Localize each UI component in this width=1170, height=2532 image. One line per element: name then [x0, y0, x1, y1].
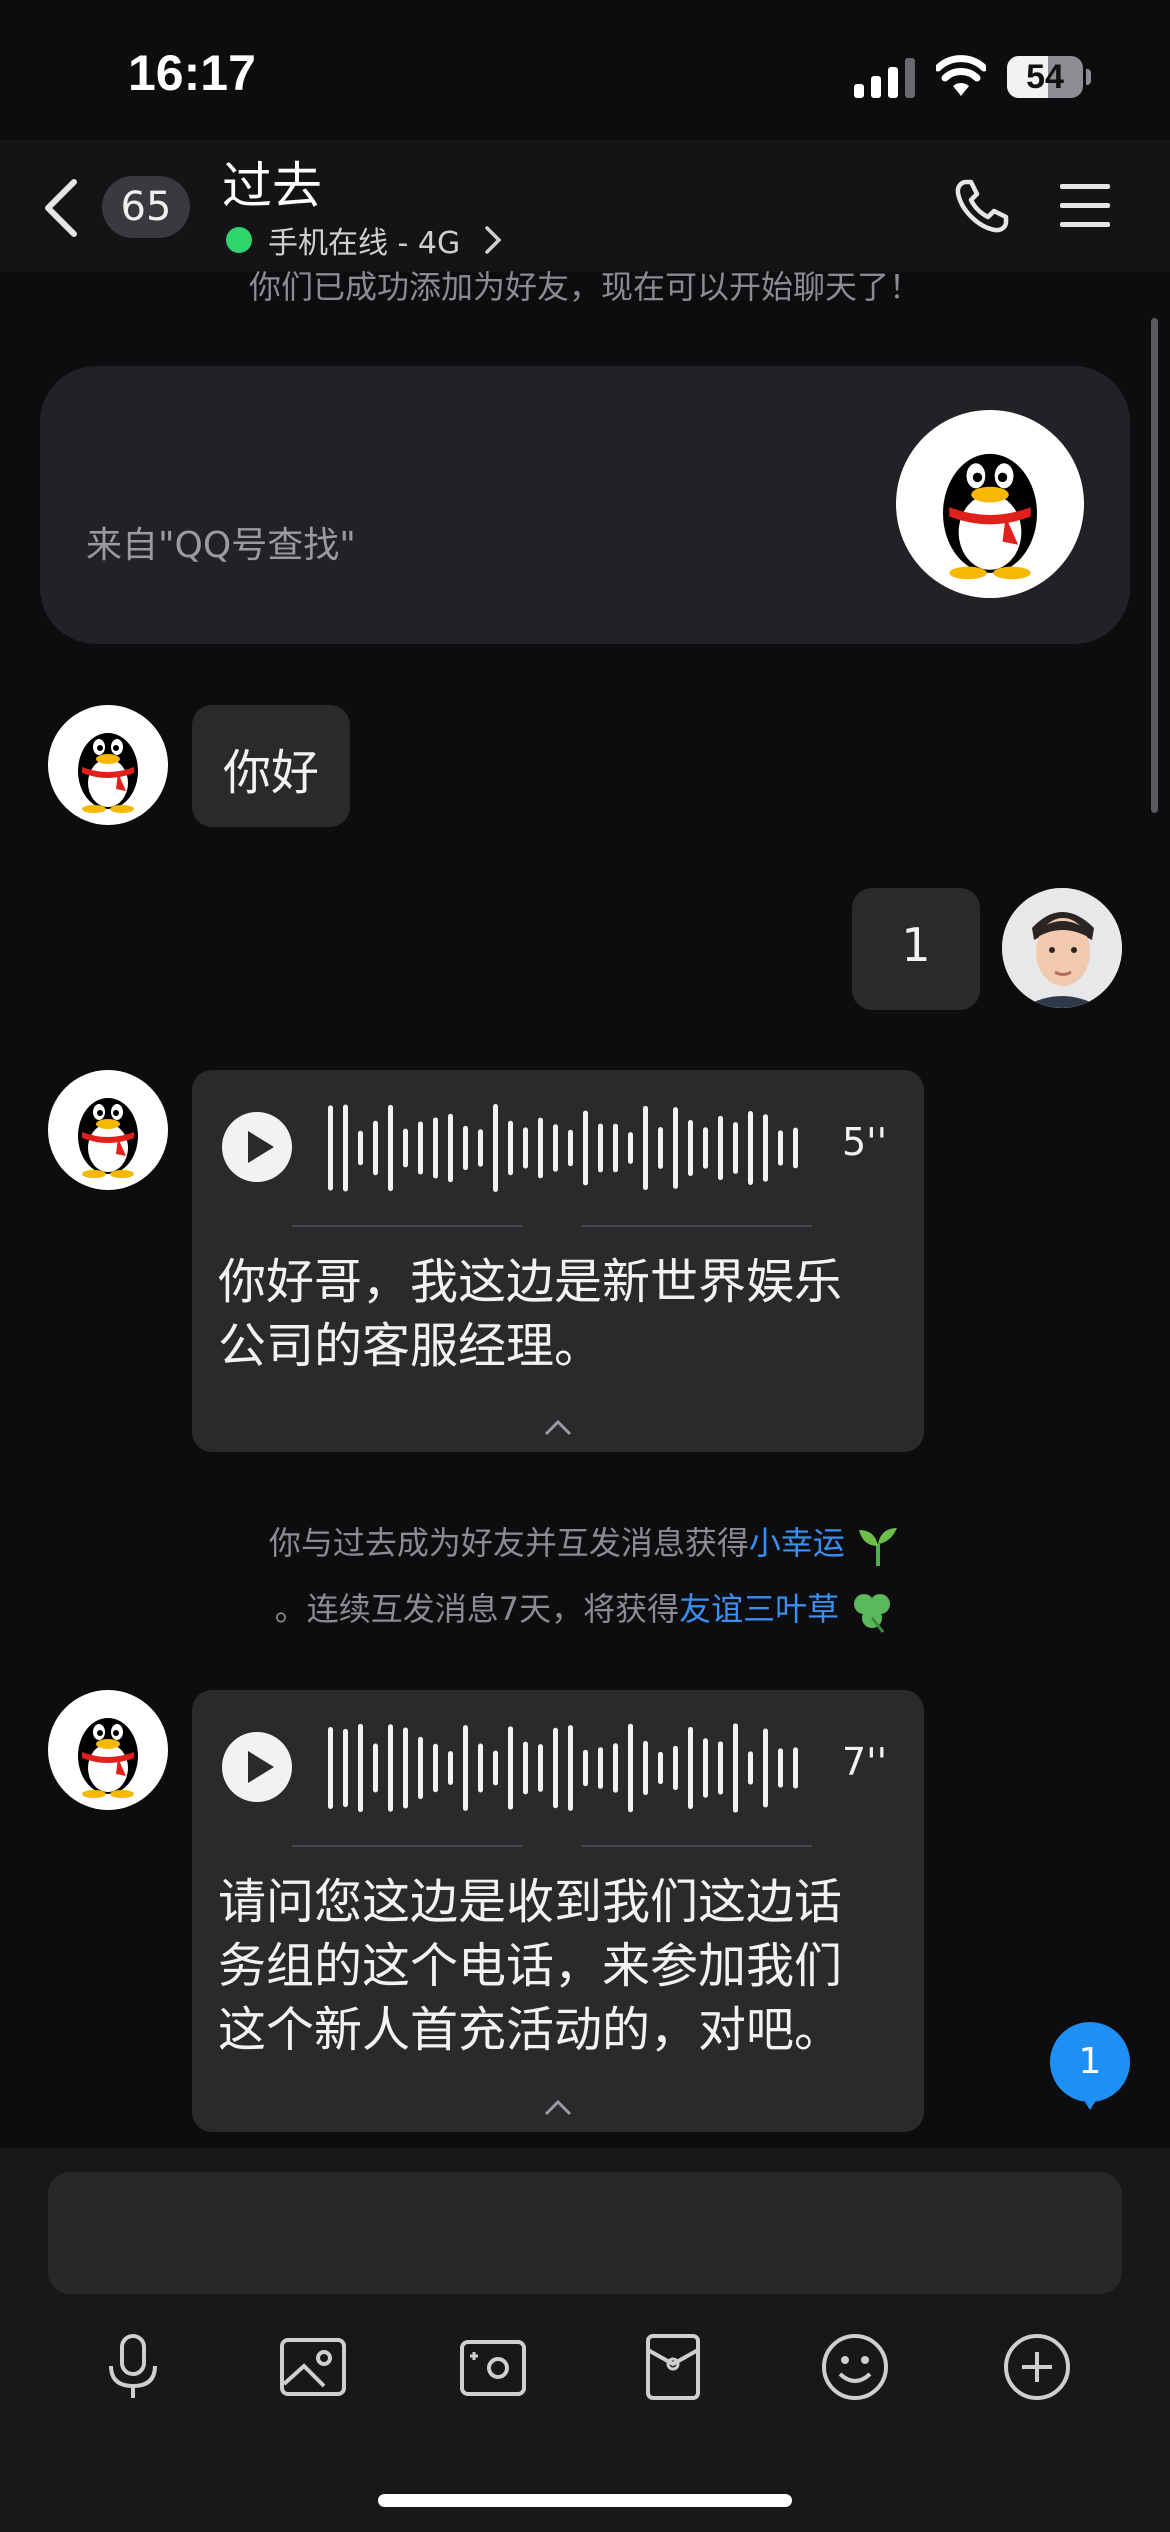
- unread-count-badge[interactable]: 65: [102, 176, 190, 238]
- system-message-friend-added: 你们已成功添加为好友，现在可以开始聊天了！: [248, 268, 921, 306]
- transcript-line: 你好哥，我这边是新世界娱乐: [218, 1254, 843, 1310]
- menu-icon[interactable]: [1058, 182, 1112, 230]
- image-icon[interactable]: [276, 2330, 350, 2404]
- divider: [582, 1845, 812, 1847]
- luck-text: 你与过去成为好友并互发消息获得: [268, 1524, 749, 1562]
- battery-icon: 54: [1007, 56, 1091, 98]
- waveform-icon: [328, 1103, 798, 1193]
- voice-message-bubble[interactable]: 5'' 你好哥，我这边是新世界娱乐 公司的客服经理。: [192, 1070, 924, 1452]
- waveform-icon: [328, 1723, 798, 1813]
- microphone-icon[interactable]: [96, 2330, 170, 2404]
- transcript-line: 公司的客服经理。: [218, 1318, 603, 1374]
- clover-text: 。连续互发消息7天，将获得: [274, 1590, 680, 1628]
- status-time: 16:17: [128, 45, 256, 101]
- chevron-up-icon[interactable]: [540, 1416, 576, 1438]
- online-indicator: [226, 227, 252, 253]
- message-text: 1: [901, 918, 931, 972]
- online-status[interactable]: 手机在线 - 4G: [268, 218, 460, 262]
- battery-level: 54: [1026, 58, 1064, 96]
- voice-duration: 7'': [842, 1740, 888, 1784]
- contact-avatar[interactable]: [48, 705, 168, 825]
- divider: [292, 1225, 522, 1227]
- user-photo-icon: [1002, 888, 1122, 1008]
- contact-avatar[interactable]: [48, 1690, 168, 1810]
- new-message-badge[interactable]: 1: [1050, 2022, 1130, 2110]
- message-input[interactable]: [48, 2172, 1122, 2294]
- chevron-up-icon[interactable]: [540, 2096, 576, 2118]
- emoji-icon[interactable]: [818, 2330, 892, 2404]
- phone-icon[interactable]: [952, 176, 1012, 236]
- wifi-icon: [936, 55, 986, 96]
- play-icon[interactable]: [222, 1732, 292, 1802]
- voice-transcript: 你好哥，我这边是新世界娱乐 公司的客服经理。: [218, 1250, 908, 1378]
- cellular-signal-icon: [854, 58, 915, 98]
- home-indicator[interactable]: [378, 2494, 792, 2507]
- little-luck-link[interactable]: 小幸运: [749, 1524, 845, 1562]
- scrollbar[interactable]: [1151, 318, 1158, 813]
- my-avatar[interactable]: [1002, 888, 1122, 1008]
- camera-icon[interactable]: [456, 2330, 530, 2404]
- voice-message-bubble[interactable]: 7'' 请问您这边是收到我们这边话 务组的这个电话，来参加我们 这个新人首充活动…: [192, 1690, 924, 2132]
- qq-penguin-icon: [78, 1718, 138, 1798]
- system-message-clover: 。连续互发消息7天，将获得友谊三叶草: [0, 1584, 1170, 1634]
- plus-icon[interactable]: [1000, 2330, 1074, 2404]
- transcript-line: 务组的这个电话，来参加我们: [218, 1938, 843, 1994]
- voice-duration: 5'': [842, 1120, 888, 1164]
- red-packet-icon[interactable]: [636, 2330, 710, 2404]
- qq-penguin-icon: [78, 733, 138, 813]
- chat-title[interactable]: 过去: [222, 146, 322, 218]
- contact-avatar-large[interactable]: [896, 410, 1084, 598]
- system-message-luck: 你与过去成为好友并互发消息获得小幸运: [0, 1518, 1170, 1568]
- message-text: 你好: [222, 745, 319, 801]
- play-icon[interactable]: [222, 1112, 292, 1182]
- sprout-icon: [859, 1528, 898, 1566]
- divider: [582, 1225, 812, 1227]
- clover-icon: [854, 1594, 891, 1633]
- qq-penguin-icon: [78, 1098, 138, 1178]
- friend-source-label: 来自"QQ号查找": [86, 525, 356, 566]
- chevron-right-icon[interactable]: [482, 224, 504, 256]
- qq-penguin-icon: [943, 453, 1037, 580]
- contact-avatar[interactable]: [48, 1070, 168, 1190]
- transcript-line: 请问您这边是收到我们这边话: [218, 1874, 843, 1930]
- friendship-clover-link[interactable]: 友谊三叶草: [679, 1590, 839, 1628]
- chevron-left-icon[interactable]: [40, 176, 84, 240]
- voice-transcript: 请问您这边是收到我们这边话 务组的这个电话，来参加我们 这个新人首充活动的，对吧…: [218, 1870, 908, 2062]
- divider: [292, 1845, 522, 1847]
- transcript-line: 这个新人首充活动的，对吧。: [218, 2002, 843, 2058]
